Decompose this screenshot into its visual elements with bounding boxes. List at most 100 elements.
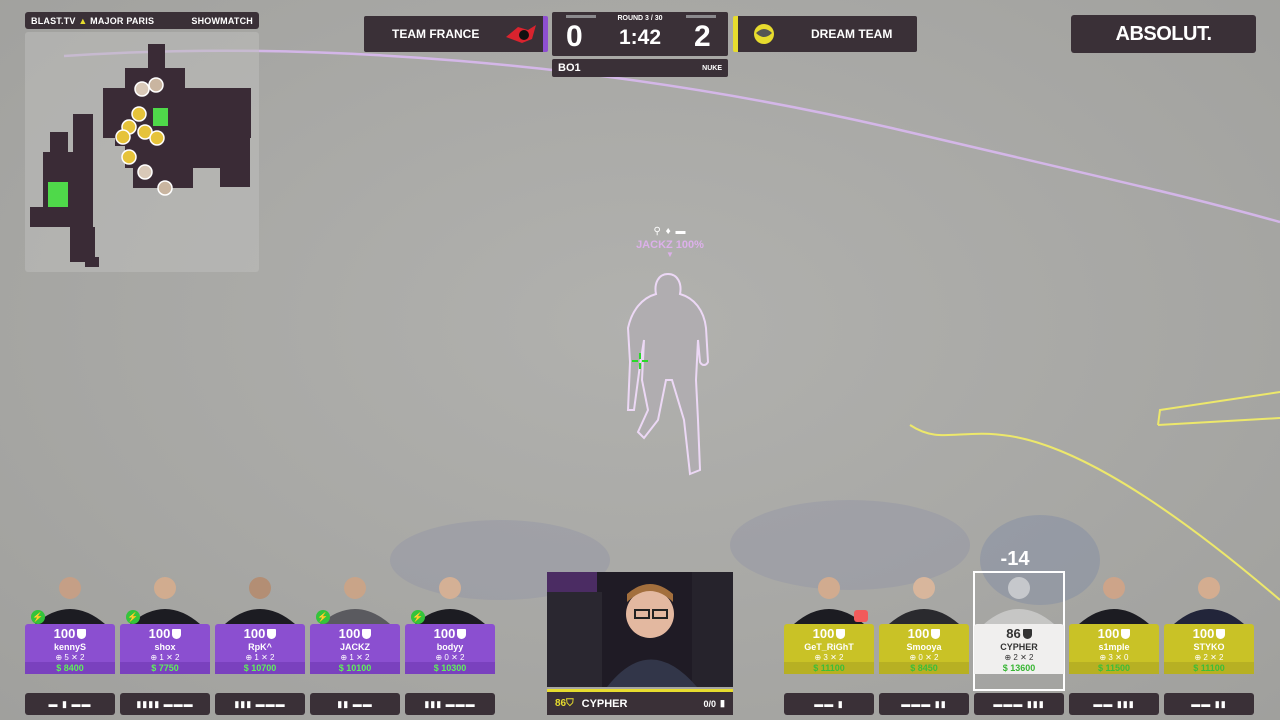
target-equipment-icons: ⚲ ♦ ▬: [653, 226, 687, 237]
player-deaths: 2: [80, 653, 85, 662]
player-card-s1mple[interactable]: 100 s1mple ⊕ 3 ✕ 0 $ 11500 ▬▬ ▮▮▮: [1069, 572, 1159, 715]
deaths-icon: ✕: [1210, 653, 1220, 662]
player-kills: 1: [254, 653, 259, 662]
deaths-icon: ✕: [356, 653, 366, 662]
event-match-type: SHOWMATCH: [191, 15, 253, 26]
player-hp: 100: [812, 626, 835, 641]
player-equipment: ▬▬ ▮: [784, 693, 874, 715]
player-card-rpk[interactable]: 100 RpK^ ⊕ 1 ✕ 2 $ 10700 ▮▮▮ ▬▬▬: [215, 572, 305, 715]
player-hp: 100: [907, 626, 930, 641]
ammo-count: 0/0: [703, 698, 717, 709]
player-card-kennys[interactable]: ⚡ 100 kennyS ⊕ 5 ✕ 2 $ 8400 ▬ ▮ ▬▬: [25, 572, 115, 715]
player-deaths: 2: [460, 653, 465, 662]
armor-icon: [77, 629, 87, 639]
armor-icon: [836, 629, 846, 639]
player-equipment: ▮▮▮ ▬▬▬: [405, 693, 495, 715]
player-photo: [1164, 572, 1254, 624]
event-brand: BLAST.TV: [31, 15, 76, 26]
player-silhouette: [626, 272, 710, 476]
player-name: STYKO: [1193, 642, 1225, 652]
player-card-bodyy[interactable]: ⚡ 100 bodyy ⊕ 0 ✕ 2 $ 10300 ▮▮▮ ▬▬▬: [405, 572, 495, 715]
damage-popup: -14: [1000, 548, 1030, 570]
weapon-icon: ▮: [720, 698, 725, 708]
player-deaths: 2: [934, 653, 939, 662]
player-equipment: ▬▬▬ ▮▮▮: [974, 693, 1064, 715]
player-money: $ 11100: [784, 662, 874, 674]
player-money: $ 10100: [310, 662, 400, 674]
player-equipment: ▬▬ ▮▮: [1164, 693, 1254, 715]
match-info-bar: BO1 NUKE: [552, 59, 728, 77]
player-kills: 0: [444, 653, 449, 662]
armor-icon: [267, 629, 277, 639]
player-photo: [215, 572, 305, 624]
deaths-icon: ✕: [1020, 653, 1030, 662]
player-card-smooya[interactable]: 100 Smooya ⊕ 0 ✕ 2 $ 8450 ▬▬▬ ▮▮: [879, 572, 969, 715]
player-kills: 3: [823, 653, 828, 662]
armor-icon: [1022, 629, 1032, 639]
player-equipment: ▮▮▮▮ ▬▬▬: [120, 693, 210, 715]
deaths-icon: ✕: [925, 653, 935, 662]
player-deaths: 2: [365, 653, 370, 662]
defuse-kit-icon: ⚡: [31, 610, 45, 624]
player-deaths: 2: [1029, 653, 1034, 662]
player-name: CYPHER: [1000, 642, 1038, 652]
player-money: $ 8450: [879, 662, 969, 674]
score-box: ROUND 3 / 30 0 1:42 2: [552, 12, 728, 56]
player-money: $ 8400: [25, 662, 115, 674]
minimap[interactable]: [25, 32, 259, 272]
deaths-icon: ✕: [261, 653, 271, 662]
right-team-bar: DREAM TEAM: [733, 16, 917, 52]
player-kills: 3: [1108, 653, 1113, 662]
player-kills: 0: [918, 653, 923, 662]
player-deaths: 2: [270, 653, 275, 662]
player-kills: 1: [159, 653, 164, 662]
right-team-name: DREAM TEAM: [811, 27, 893, 41]
player-card-cypher[interactable]: 86 CYPHER ⊕ 2 ✕ 2 $ 13600 ▬▬▬ ▮▮▮: [973, 571, 1065, 715]
armor-icon: [1121, 629, 1131, 639]
target-arrow-icon: ▼: [666, 250, 674, 259]
player-money: $ 10300: [405, 662, 495, 674]
player-deaths: 2: [175, 653, 180, 662]
armor-icon: [172, 629, 182, 639]
player-money: $ 10700: [215, 662, 305, 674]
webcam-player-name: CYPHER: [581, 697, 628, 710]
player-card-styko[interactable]: 100 STYKO ⊕ 2 ✕ 2 $ 11100 ▬▬ ▮▮: [1164, 572, 1254, 715]
player-hp: 86: [1006, 626, 1021, 641]
player-name: GeT_RiGhT: [804, 642, 854, 652]
deaths-icon: ✕: [451, 653, 461, 662]
armor-icon: [362, 629, 372, 639]
crosshair-icon: [632, 353, 648, 369]
player-name: JACKZ: [339, 642, 370, 652]
player-kills: 2: [1013, 653, 1018, 662]
player-card-get-right[interactable]: 100 GeT_RiGhT ⊕ 3 ✕ 2 $ 11100 ▬▬ ▮: [784, 572, 874, 715]
target-player-info: ⚲ ♦ ▬ JACKZ 100% ▼: [610, 226, 730, 259]
defuse-kit-icon: ⚡: [411, 610, 425, 624]
player-money: $ 11100: [1164, 662, 1254, 674]
flag-icon: [854, 610, 868, 622]
player-name: s1mple: [1098, 642, 1130, 652]
armor-icon: [1216, 629, 1226, 639]
webcam-player-hp: 86: [555, 698, 567, 709]
player-equipment: ▮▮ ▬▬: [310, 693, 400, 715]
armor-icon: [457, 629, 467, 639]
deaths-icon: ✕: [1115, 653, 1125, 662]
player-hp: 100: [338, 626, 361, 641]
player-name: Smooya: [906, 642, 942, 652]
player-kills: 2: [1203, 653, 1208, 662]
sponsor-logo: ABSOLUT.: [1071, 15, 1256, 53]
player-card-shox[interactable]: ⚡ 100 shox ⊕ 1 ✕ 2 $ 7750 ▮▮▮▮ ▬▬▬: [120, 572, 210, 715]
event-name: MAJOR PARIS: [90, 15, 155, 26]
player-equipment: ▮▮▮ ▬▬▬: [215, 693, 305, 715]
defuse-kit-icon: ⚡: [126, 610, 140, 624]
player-hp: 100: [53, 626, 76, 641]
player-name: RpK^: [248, 642, 272, 652]
player-deaths: 2: [1219, 653, 1224, 662]
armor-icon: [931, 629, 941, 639]
event-header: BLAST.TV ▲ MAJOR PARIS SHOWMATCH: [25, 12, 259, 29]
webcam-feed: [547, 572, 733, 687]
team-france-logo: [506, 25, 536, 43]
player-equipment: ▬▬▬ ▮▮: [879, 693, 969, 715]
player-money: $ 11500: [1069, 662, 1159, 674]
player-card-jackz[interactable]: ⚡ 100 JACKZ ⊕ 1 ✕ 2 $ 10100 ▮▮ ▬▬: [310, 572, 400, 715]
player-photo: [879, 572, 969, 624]
